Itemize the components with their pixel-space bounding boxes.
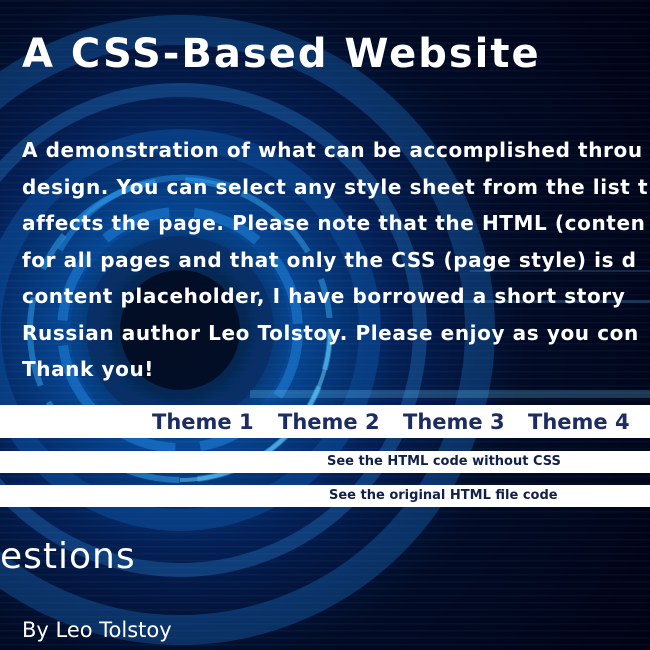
no-css-bar: See the HTML code without CSS <box>0 451 650 473</box>
theme-4-link[interactable]: Theme 4 <box>528 408 630 436</box>
intro-line: design. You can select any style sheet f… <box>22 174 649 199</box>
theme-2-link[interactable]: Theme 2 <box>278 408 380 436</box>
original-code-bar: See the original HTML file code <box>0 485 650 507</box>
view-original-html-link[interactable]: See the original HTML file code <box>329 487 558 505</box>
story-byline: By Leo Tolstoy <box>22 618 172 642</box>
story-title: estions <box>0 536 136 577</box>
intro-line: Russian author Leo Tolstoy. Please enjoy… <box>22 320 639 345</box>
intro-line: Thank you! <box>22 357 155 381</box>
theme-1-link[interactable]: Theme 1 <box>152 408 254 436</box>
theme-3-link[interactable]: Theme 3 <box>403 408 505 436</box>
intro-line: A demonstration of what can be accomplis… <box>22 138 643 162</box>
theme-selector-bar: Theme 1 Theme 2 Theme 3 Theme 4 <box>0 405 650 438</box>
intro-paragraph: A demonstration of what can be accomplis… <box>22 132 650 388</box>
page-title: A CSS-Based Website <box>22 31 541 77</box>
intro-line: affects the page. Please note that the H… <box>22 211 646 235</box>
view-html-without-css-link[interactable]: See the HTML code without CSS <box>327 453 561 471</box>
intro-line: for all pages and that only the CSS (pag… <box>22 247 637 272</box>
intro-line: content placeholder, I have borrowed a s… <box>22 284 626 308</box>
page: A CSS-Based Website A demonstration of w… <box>0 0 650 650</box>
